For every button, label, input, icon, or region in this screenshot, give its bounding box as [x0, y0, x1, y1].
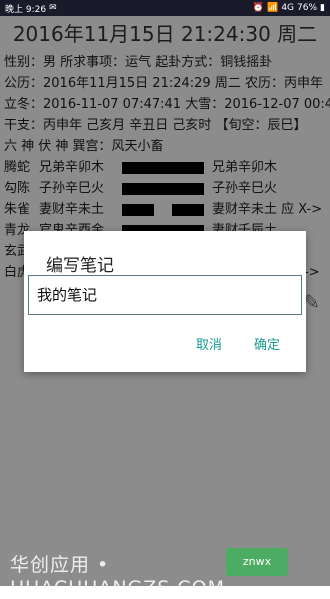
confirm-button[interactable]: 确定 — [254, 334, 280, 353]
notification-icon: ✉ — [49, 3, 57, 13]
status-time: 晚上 9:26 — [5, 4, 47, 15]
wifi-icon: 📶 — [267, 3, 279, 13]
note-input[interactable]: 我的笔记 — [28, 275, 302, 315]
watermark-badge: znwx — [226, 548, 288, 576]
battery-label: 76% — [297, 3, 318, 13]
dialog-title: 编写笔记 — [46, 256, 114, 276]
status-bar: 晚上 9:26 ✉ ⏰ 📶 4G 76% ▮ — [0, 0, 330, 16]
cancel-button[interactable]: 取消 — [196, 334, 222, 353]
network-label: 4G — [281, 3, 295, 13]
alarm-icon: ⏰ — [252, 3, 265, 13]
edit-note-dialog: 编写笔记 我的笔记 取消 确定 — [24, 231, 306, 372]
battery-icon: ▮ — [320, 3, 325, 13]
